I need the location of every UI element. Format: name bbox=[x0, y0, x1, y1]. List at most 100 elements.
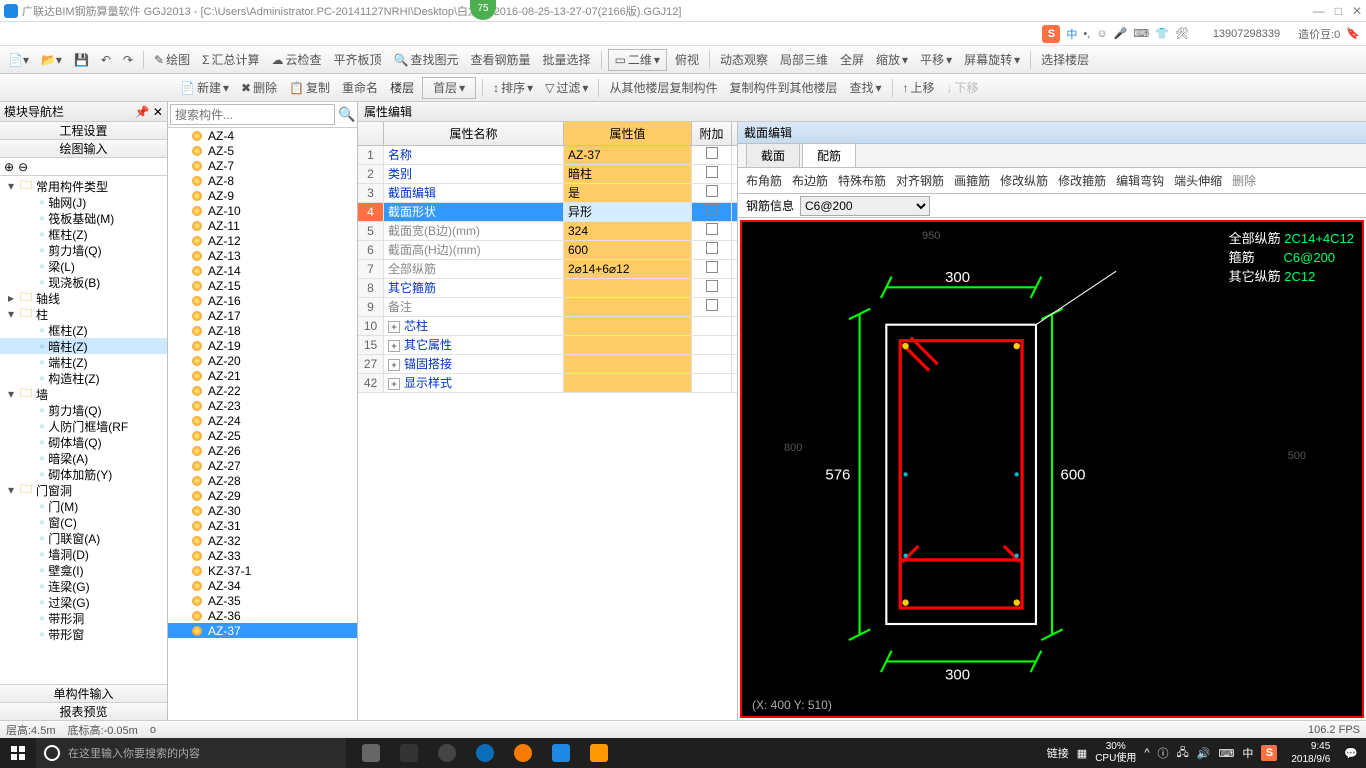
tree-item[interactable]: ▫筏板基础(M) bbox=[0, 210, 167, 226]
tray-notify-icon[interactable]: 💬 bbox=[1344, 747, 1358, 760]
tray-net-icon[interactable]: 🖧 bbox=[1177, 744, 1189, 763]
list-item[interactable]: AZ-15 bbox=[168, 278, 357, 293]
search-input[interactable] bbox=[170, 104, 335, 125]
tray-bt-icon[interactable]: ⓘ bbox=[1158, 745, 1169, 761]
tree-item[interactable]: ▫梁(L) bbox=[0, 258, 167, 274]
list-item[interactable]: AZ-32 bbox=[168, 533, 357, 548]
view-local3d[interactable]: 局部三维 bbox=[776, 49, 832, 71]
tree-item[interactable]: ▫带形洞 bbox=[0, 610, 167, 626]
table-row[interactable]: 2类别暗柱 bbox=[358, 165, 737, 184]
tray-link[interactable]: 链接 bbox=[1047, 745, 1069, 761]
list-item[interactable]: AZ-7 bbox=[168, 158, 357, 173]
taskbar-edge[interactable] bbox=[468, 738, 502, 768]
list-item[interactable]: AZ-16 bbox=[168, 293, 357, 308]
tray-clock[interactable]: 9:452018/9/6 bbox=[1285, 740, 1336, 766]
tool-rebar-qty[interactable]: 查看钢筋量 bbox=[467, 49, 535, 71]
save-icon[interactable]: 💾 bbox=[70, 49, 93, 71]
section-tool[interactable]: 删除 bbox=[1232, 172, 1256, 189]
tree-item[interactable]: ▫暗柱(Z) bbox=[0, 338, 167, 354]
table-row[interactable]: 8其它箍筋 bbox=[358, 279, 737, 298]
table-row[interactable]: 3截面编辑是 bbox=[358, 184, 737, 203]
tree-item[interactable]: ▫带形窗 bbox=[0, 626, 167, 642]
tray-vol-icon[interactable]: 🔊 bbox=[1197, 747, 1211, 760]
btn-copy-from-floor[interactable]: 从其他楼层复制构件 bbox=[605, 77, 721, 99]
tree-item[interactable]: ▫砌体墙(Q) bbox=[0, 434, 167, 450]
btn-new[interactable]: 📄 新建 ▾ bbox=[176, 77, 233, 99]
tree-item[interactable]: ▫端柱(Z) bbox=[0, 354, 167, 370]
tree-item[interactable]: ▫连梁(G) bbox=[0, 578, 167, 594]
tree-item[interactable]: ▫门联窗(A) bbox=[0, 530, 167, 546]
tree-collapse-icon[interactable]: ⊖ bbox=[18, 160, 28, 174]
sogou-icon[interactable]: S bbox=[1042, 25, 1060, 43]
list-item[interactable]: AZ-9 bbox=[168, 188, 357, 203]
view-2d-dropdown[interactable]: ▭ 二维 ▾ bbox=[608, 49, 667, 71]
section-canvas[interactable]: 950 800 500 bbox=[740, 220, 1364, 718]
tree-expand-icon[interactable]: ⊕ bbox=[4, 160, 14, 174]
tool-find-elem[interactable]: 🔍 查找图元 bbox=[390, 49, 463, 71]
rebar-info-select[interactable]: C6@200 bbox=[800, 196, 930, 216]
table-row[interactable]: 27+锚固搭接 bbox=[358, 355, 737, 374]
btn-move-up[interactable]: ↑ 上移 bbox=[899, 77, 939, 99]
section-tool[interactable]: 布角筋 bbox=[746, 172, 782, 189]
view-orbit[interactable]: 动态观察 bbox=[716, 49, 772, 71]
maximize-button[interactable]: □ bbox=[1335, 4, 1342, 18]
nav-btn-single[interactable]: 单构件输入 bbox=[0, 684, 167, 702]
table-row[interactable]: 15+其它属性 bbox=[358, 336, 737, 355]
tree-item[interactable]: ▫框柱(Z) bbox=[0, 226, 167, 242]
table-row[interactable]: 6截面高(H边)(mm)600 bbox=[358, 241, 737, 260]
nav-btn-report[interactable]: 报表预览 bbox=[0, 702, 167, 720]
taskbar-app-2[interactable] bbox=[430, 738, 464, 768]
tree-group[interactable]: ▾🗀门窗洞 bbox=[0, 482, 167, 498]
list-item[interactable]: AZ-17 bbox=[168, 308, 357, 323]
nav-btn-draw[interactable]: 绘图输入 bbox=[0, 140, 167, 158]
tab-rebar[interactable]: 配筋 bbox=[802, 143, 856, 167]
table-row[interactable]: 4截面形状异形 bbox=[358, 203, 737, 222]
tray-sogou-icon[interactable]: S bbox=[1261, 745, 1277, 761]
tool-draw[interactable]: ✎ 绘图 bbox=[150, 49, 194, 71]
table-row[interactable]: 1名称AZ-37 bbox=[358, 146, 737, 165]
table-row[interactable]: 9备注 bbox=[358, 298, 737, 317]
tree-item[interactable]: ▫壁龛(I) bbox=[0, 562, 167, 578]
credit-icon[interactable]: 🔖 bbox=[1346, 27, 1360, 40]
section-tool[interactable]: 修改纵筋 bbox=[1000, 172, 1048, 189]
section-tool[interactable]: 端头伸缩 bbox=[1174, 172, 1222, 189]
ime-smile-icon[interactable]: ☺ bbox=[1096, 28, 1107, 40]
list-item[interactable]: KZ-37-1 bbox=[168, 563, 357, 578]
component-list[interactable]: AZ-4AZ-5AZ-7AZ-8AZ-9AZ-10AZ-11AZ-12AZ-13… bbox=[168, 128, 357, 720]
list-item[interactable]: AZ-33 bbox=[168, 548, 357, 563]
tree-item[interactable]: ▫人防门框墙(RF bbox=[0, 418, 167, 434]
tree-item[interactable]: ▫墙洞(D) bbox=[0, 546, 167, 562]
section-tool[interactable]: 修改箍筋 bbox=[1058, 172, 1106, 189]
ime-toolbox-icon[interactable]: 🛠 bbox=[1175, 27, 1189, 40]
tree-group[interactable]: ▾🗀柱 bbox=[0, 306, 167, 322]
list-item[interactable]: AZ-27 bbox=[168, 458, 357, 473]
list-item[interactable]: AZ-19 bbox=[168, 338, 357, 353]
pin-icon[interactable]: 📌 ✕ bbox=[135, 105, 163, 119]
list-item[interactable]: AZ-36 bbox=[168, 608, 357, 623]
list-item[interactable]: AZ-37 bbox=[168, 623, 357, 638]
nav-btn-project[interactable]: 工程设置 bbox=[0, 122, 167, 140]
list-item[interactable]: AZ-21 bbox=[168, 368, 357, 383]
table-row[interactable]: 7全部纵筋2⌀14+6⌀12 bbox=[358, 260, 737, 279]
redo-icon[interactable]: ↷ bbox=[119, 49, 137, 71]
start-button[interactable] bbox=[0, 738, 36, 768]
list-item[interactable]: AZ-24 bbox=[168, 413, 357, 428]
search-icon[interactable]: 🔍 bbox=[337, 102, 357, 127]
view-pan[interactable]: 平移 ▾ bbox=[916, 49, 956, 71]
view-zoom[interactable]: 缩放 ▾ bbox=[872, 49, 912, 71]
list-item[interactable]: AZ-11 bbox=[168, 218, 357, 233]
tab-section[interactable]: 截面 bbox=[746, 143, 800, 167]
tray-key-icon[interactable]: ⌨ bbox=[1218, 747, 1234, 760]
btn-copy-to-floor[interactable]: 复制构件到其他楼层 bbox=[725, 77, 841, 99]
tree-item[interactable]: ▫暗梁(A) bbox=[0, 450, 167, 466]
section-tool[interactable]: 画箍筋 bbox=[954, 172, 990, 189]
list-item[interactable]: AZ-5 bbox=[168, 143, 357, 158]
ime-keyboard-icon[interactable]: ⌨ bbox=[1133, 27, 1149, 40]
tray-ime[interactable]: 中 bbox=[1242, 745, 1253, 761]
view-top[interactable]: 俯视 bbox=[671, 49, 703, 71]
section-tool[interactable]: 对齐钢筋 bbox=[896, 172, 944, 189]
tree-item[interactable]: ▫剪力墙(Q) bbox=[0, 242, 167, 258]
list-item[interactable]: AZ-14 bbox=[168, 263, 357, 278]
new-doc-icon[interactable]: 📄▾ bbox=[4, 49, 33, 71]
btn-sort[interactable]: ↕ 排序 ▾ bbox=[489, 77, 537, 99]
